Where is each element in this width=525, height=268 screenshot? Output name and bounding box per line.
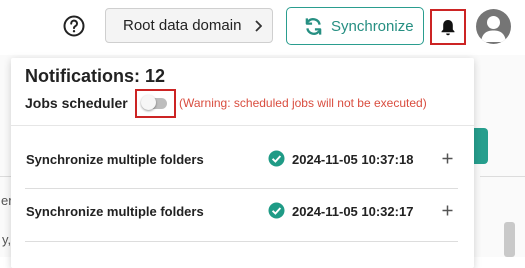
panel-divider [11, 125, 474, 126]
background-scrollbar[interactable] [504, 222, 515, 257]
row-separator [25, 241, 458, 242]
notifications-panel: Notifications: 12 Jobs scheduler (Warnin… [11, 58, 474, 268]
expand-plus-icon[interactable] [442, 205, 453, 216]
jobs-scheduler-label: Jobs scheduler [25, 95, 128, 111]
bell-icon [441, 20, 455, 36]
data-domain-button[interactable]: Root data domain [105, 8, 273, 43]
sync-icon [305, 18, 322, 35]
synchronize-button[interactable]: Synchronize [286, 7, 424, 45]
toggle-thumb[interactable] [141, 95, 156, 110]
jobs-scheduler-toggle[interactable] [135, 89, 176, 118]
notification-timestamp: 2024-11-05 10:32:17 [292, 204, 414, 219]
data-domain-label: Root data domain [123, 17, 242, 34]
success-check-icon [268, 150, 285, 167]
top-bar: Root data domain Synchronize [0, 0, 525, 55]
synchronize-label: Synchronize [331, 18, 414, 35]
success-check-icon [268, 202, 285, 219]
notification-item[interactable]: Synchronize multiple folders 2024-11-05 … [11, 137, 474, 187]
help-icon[interactable] [63, 15, 85, 37]
notification-title: Synchronize multiple folders [26, 152, 204, 167]
notification-item[interactable]: Synchronize multiple folders 2024-11-05 … [11, 189, 474, 239]
notification-timestamp: 2024-11-05 10:37:18 [292, 152, 414, 167]
user-icon [481, 16, 506, 42]
user-avatar[interactable] [476, 9, 511, 44]
notifications-title: Notifications: 12 [25, 66, 166, 86]
notification-title: Synchronize multiple folders [26, 204, 204, 219]
jobs-scheduler-warning: (Warning: scheduled jobs will not be exe… [179, 96, 427, 110]
background-divider [480, 176, 525, 177]
notifications-bell-button[interactable] [430, 9, 466, 45]
expand-plus-icon[interactable] [442, 153, 453, 164]
background-text-fragment: y, [2, 232, 12, 247]
chevron-right-icon [255, 20, 262, 32]
